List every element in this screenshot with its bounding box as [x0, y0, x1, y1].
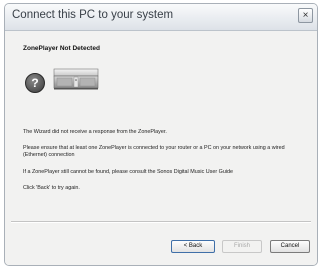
info-text-ensure-connection: Please ensure that at least one ZonePlay…: [23, 145, 285, 158]
info-text-no-response: The Wizard did not receive a response fr…: [23, 129, 167, 135]
help-icon: ?: [25, 73, 45, 93]
cancel-button[interactable]: Cancel: [270, 240, 310, 253]
window-title: Connect this PC to your system: [12, 9, 174, 21]
zoneplayer-device-icon: [53, 68, 99, 90]
finish-button[interactable]: Finish: [222, 240, 262, 253]
button-bar: < Back Finish Cancel: [5, 223, 317, 265]
wizard-content: ZonePlayer Not Detected ? The Wizard did…: [5, 31, 317, 223]
close-icon: ×: [302, 10, 309, 21]
info-text-try-again: Click 'Back' to try again.: [23, 185, 80, 191]
close-button[interactable]: ×: [298, 8, 313, 23]
info-text-user-guide: If a ZonePlayer still cannot be found, p…: [23, 169, 234, 175]
wizard-dialog: Connect this PC to your system × ZonePla…: [4, 3, 318, 266]
page-heading: ZonePlayer Not Detected: [23, 45, 100, 52]
back-button[interactable]: < Back: [171, 240, 215, 253]
title-bar[interactable]: Connect this PC to your system ×: [5, 4, 317, 31]
